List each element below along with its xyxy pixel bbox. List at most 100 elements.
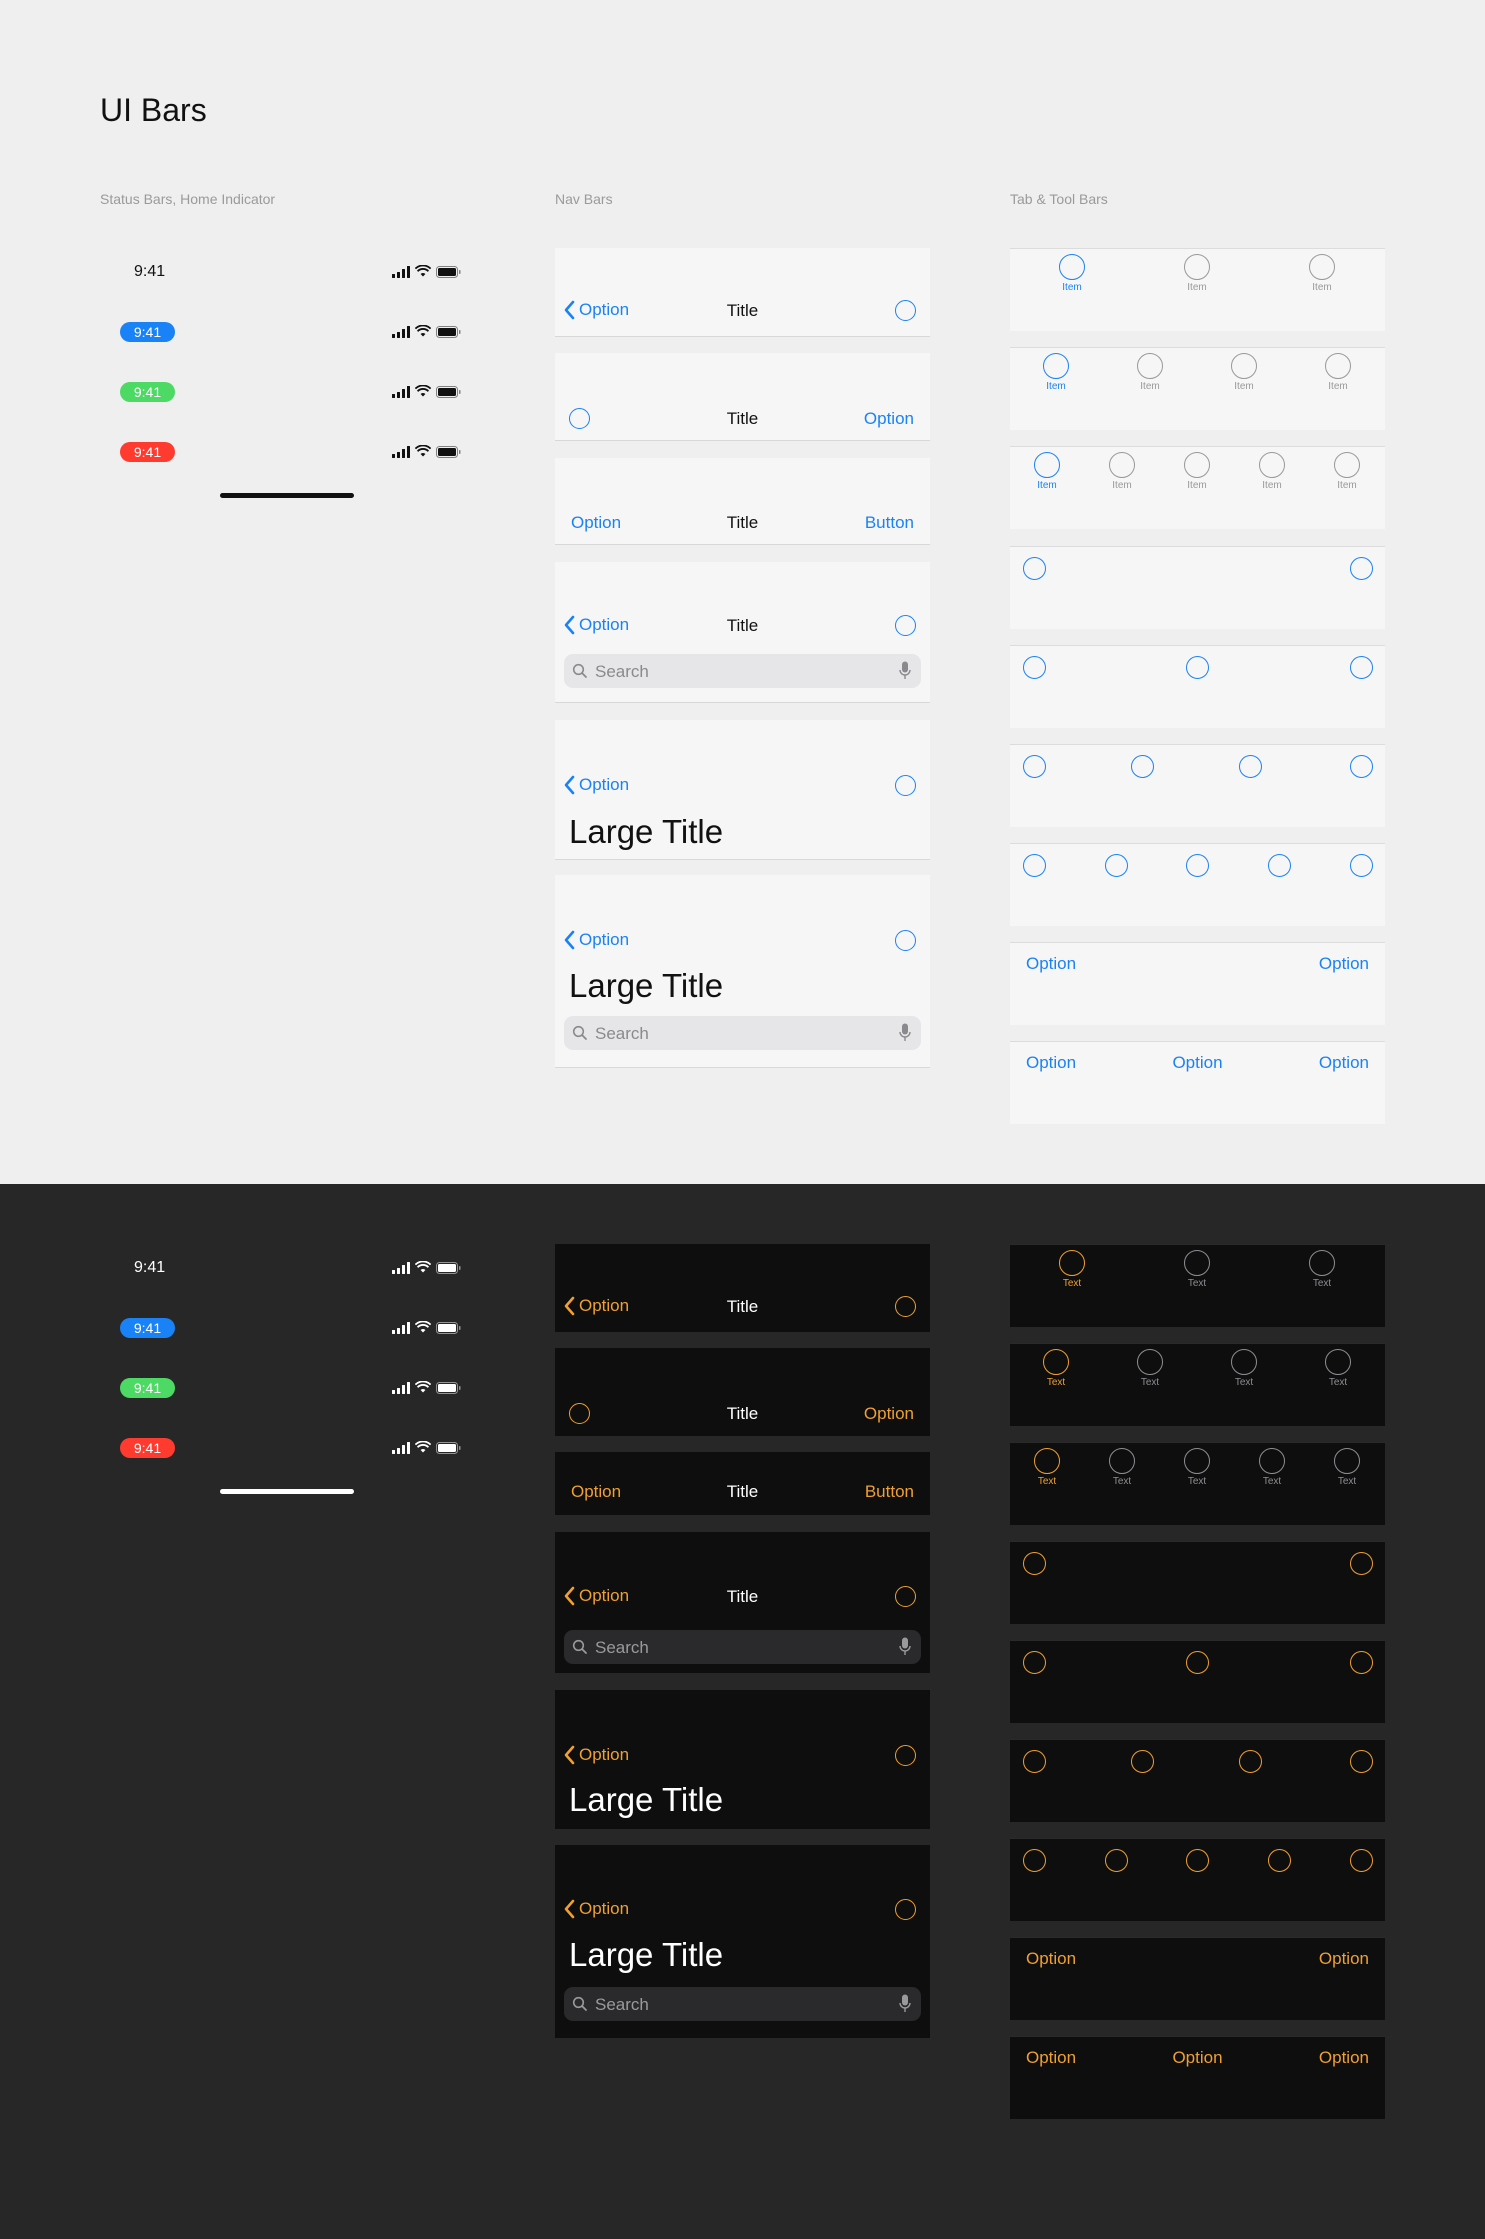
tab-item[interactable]: Text: [1214, 1349, 1274, 1388]
tab-item[interactable]: Item: [1167, 452, 1227, 491]
toolbar-circle-icon[interactable]: [1104, 1849, 1128, 1872]
cellular-signal-icon: [392, 1442, 410, 1454]
option-button[interactable]: Option: [864, 409, 914, 429]
toolbar-option[interactable]: Option: [1026, 1949, 1076, 1969]
toolbar-circle-icon[interactable]: [1104, 854, 1128, 877]
toolbar-circle-icon[interactable]: [1349, 1651, 1373, 1674]
nav-title: Title: [726, 1297, 759, 1316]
tab-item[interactable]: Text: [1317, 1448, 1377, 1487]
mic-icon-wrap[interactable]: [899, 1637, 911, 1657]
chevron-left-icon: [564, 1745, 575, 1765]
back-button[interactable]: Option: [563, 930, 629, 950]
search-field[interactable]: Search: [564, 1987, 921, 2021]
action-circle-icon[interactable]: [895, 1296, 916, 1317]
mic-icon-wrap[interactable]: [899, 1994, 911, 2014]
tab-item[interactable]: Text: [1092, 1448, 1152, 1487]
action-circle-icon[interactable]: [895, 930, 916, 951]
search-field[interactable]: Search: [564, 1016, 921, 1050]
tab-item[interactable]: Text: [1167, 1250, 1227, 1289]
toolbar-circle-icon[interactable]: [1238, 1750, 1262, 1773]
action-circle-icon[interactable]: [895, 300, 916, 321]
status-icons: [392, 445, 462, 459]
toolbar-circle-icon[interactable]: [1022, 854, 1046, 877]
toolbar-circle-icon[interactable]: [1022, 1849, 1046, 1872]
button-button[interactable]: Button: [865, 1482, 914, 1502]
tab-item[interactable]: Item: [1317, 452, 1377, 491]
toolbar-circle-icon[interactable]: [1349, 1552, 1373, 1575]
toolbar-circle-icon[interactable]: [1022, 557, 1046, 580]
tab-item[interactable]: Item: [1092, 452, 1152, 491]
toolbar-option[interactable]: Option: [1319, 954, 1369, 974]
toolbar-divider: [1010, 1640, 1385, 1641]
toolbar-circle-icon[interactable]: [1022, 1651, 1046, 1674]
action-circle-icon[interactable]: [895, 615, 916, 636]
tab-item[interactable]: Item: [1308, 353, 1368, 392]
button-button[interactable]: Button: [865, 513, 914, 533]
search-field[interactable]: Search: [564, 1630, 921, 1664]
tab-item[interactable]: Text: [1017, 1448, 1077, 1487]
back-button[interactable]: Option: [563, 1745, 629, 1765]
tab-item[interactable]: Text: [1120, 1349, 1180, 1388]
tab-item[interactable]: Item: [1167, 254, 1227, 293]
mic-icon-wrap[interactable]: [899, 1023, 911, 1043]
toolbar-circle-icon[interactable]: [1130, 755, 1154, 778]
toolbar-circle-icon[interactable]: [1185, 1849, 1209, 1872]
action-circle-icon[interactable]: [895, 1899, 916, 1920]
toolbar-option[interactable]: Option: [1319, 1949, 1369, 1969]
tab-item[interactable]: Item: [1214, 353, 1274, 392]
toolbar-circle-icon[interactable]: [1185, 854, 1209, 877]
toolbar-circle-icon[interactable]: [1130, 1750, 1154, 1773]
toolbar-circle-icon[interactable]: [1349, 557, 1373, 580]
toolbar-option[interactable]: Option: [1026, 954, 1076, 974]
toolbar-circle-icon[interactable]: [1185, 656, 1209, 679]
toolbar-circle-icon[interactable]: [1238, 755, 1262, 778]
status-icons: [392, 385, 462, 399]
toolbar-circle-icon[interactable]: [1267, 854, 1291, 877]
tab-item[interactable]: Item: [1242, 452, 1302, 491]
large-title: Large Title: [569, 1781, 724, 1818]
toolbar-circle-icon[interactable]: [1349, 854, 1373, 877]
toolbar-divider: [1010, 645, 1385, 646]
toolbar-2-options: Option Option: [1010, 942, 1385, 1025]
back-button[interactable]: Option: [563, 1899, 629, 1919]
tab-item[interactable]: Text: [1042, 1250, 1102, 1289]
mic-icon-wrap[interactable]: [899, 661, 911, 681]
nav-title: Title: [726, 1587, 759, 1606]
toolbar-circle-icon[interactable]: [1349, 1849, 1373, 1872]
nav-bar-6: Option Large Title Search: [555, 1845, 930, 2038]
toolbar-circle-icon[interactable]: [1267, 1849, 1291, 1872]
option-button[interactable]: Option: [864, 1404, 914, 1424]
toolbar-circle-icon[interactable]: [1349, 1750, 1373, 1773]
tab-item[interactable]: Text: [1026, 1349, 1086, 1388]
tab-item[interactable]: Item: [1017, 452, 1077, 491]
tab-item[interactable]: Text: [1292, 1250, 1352, 1289]
tab-item[interactable]: Text: [1242, 1448, 1302, 1487]
action-circle-icon[interactable]: [895, 1586, 916, 1607]
tab-item[interactable]: Text: [1167, 1448, 1227, 1487]
toolbar-circle-icon[interactable]: [1022, 656, 1046, 679]
tab-item[interactable]: Item: [1042, 254, 1102, 293]
tab-item[interactable]: Item: [1120, 353, 1180, 392]
status-bar: 9:41: [118, 1313, 468, 1343]
toolbar-circle-icon[interactable]: [1022, 1552, 1046, 1575]
battery-icon: [436, 1382, 461, 1394]
nav-bar-6: Option Large Title Search: [555, 875, 930, 1068]
toolbar-circle-icon[interactable]: [1022, 755, 1046, 778]
toolbar-circle-icon[interactable]: [1349, 755, 1373, 778]
toolbar-option[interactable]: Option: [1319, 2048, 1369, 2068]
tab-item[interactable]: Item: [1026, 353, 1086, 392]
toolbar-circle-icon[interactable]: [1349, 656, 1373, 679]
battery-icon: [436, 1442, 461, 1454]
action-circle-icon[interactable]: [895, 775, 916, 796]
action-circle-icon[interactable]: [895, 1745, 916, 1766]
toolbar-circle-icon[interactable]: [1185, 1651, 1209, 1674]
toolbar-option[interactable]: Option: [1319, 1053, 1369, 1073]
back-button[interactable]: Option: [563, 775, 629, 795]
toolbar-circle-icon[interactable]: [1022, 1750, 1046, 1773]
tab-item[interactable]: Text: [1308, 1349, 1368, 1388]
status-bar: 9:41: [118, 1373, 468, 1403]
search-field[interactable]: Search: [564, 654, 921, 688]
tab-circle-icon: [1184, 1250, 1210, 1276]
tab-item[interactable]: Item: [1292, 254, 1352, 293]
toolbar-3-icons: [1010, 645, 1385, 728]
